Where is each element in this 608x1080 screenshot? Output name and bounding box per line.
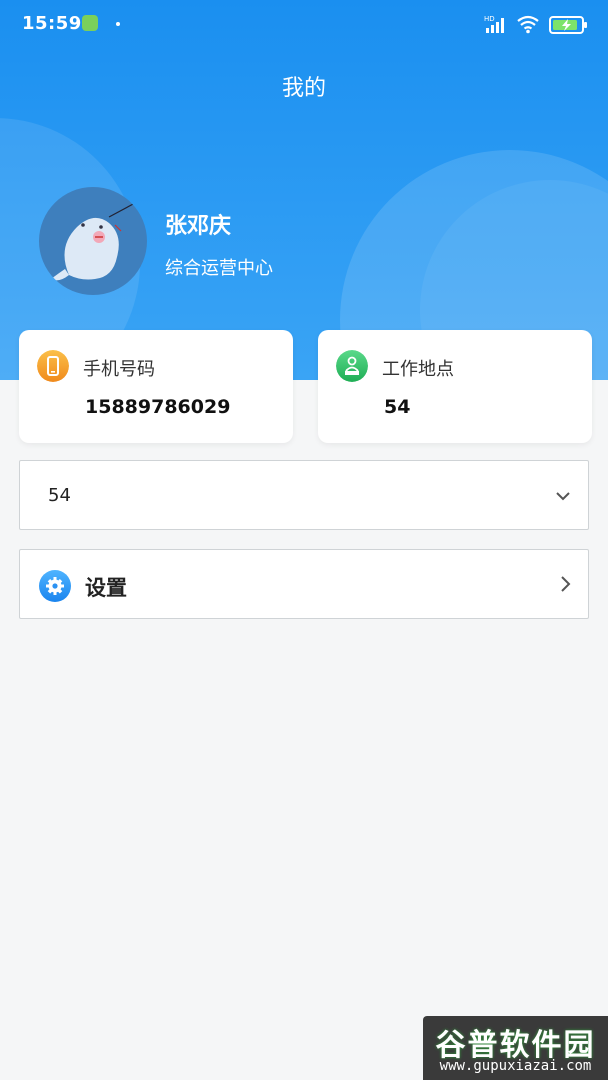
battery-icon: [549, 16, 587, 34]
location-label: 工作地点: [382, 359, 454, 380]
app-notification-icon: [82, 15, 98, 31]
chevron-right-icon: [561, 576, 571, 592]
phone-value: 15889786029: [85, 396, 231, 418]
phone-icon: [37, 350, 69, 382]
location-card: 工作地点 54: [318, 330, 592, 443]
location-value: 54: [384, 396, 411, 418]
page-title: 我的: [281, 76, 326, 101]
network-type-label: HD: [484, 15, 495, 23]
status-time: 15:59: [22, 13, 82, 34]
chevron-down-icon: [556, 492, 570, 501]
location-dropdown[interactable]: 54: [19, 460, 589, 530]
settings-label: 设置: [85, 576, 127, 600]
wifi-icon: [517, 15, 539, 34]
dropdown-value: 54: [48, 485, 71, 506]
avatar[interactable]: [39, 187, 147, 295]
user-name: 张邓庆: [165, 214, 232, 239]
status-bar: 15:59 HD: [0, 0, 608, 50]
signal-icon: HD: [484, 15, 504, 33]
phone-card: 手机号码 15889786029: [19, 330, 293, 443]
watermark-url: www.gupuxiazai.com: [439, 1058, 592, 1074]
phone-label: 手机号码: [83, 359, 155, 380]
settings-menu-item[interactable]: 设置: [19, 549, 589, 619]
notification-dot-icon: [116, 22, 120, 26]
location-person-icon: [336, 350, 368, 382]
user-department: 综合运营中心: [165, 258, 273, 279]
seal-avatar-icon: [51, 202, 136, 281]
gear-icon: [39, 570, 71, 602]
watermark: 谷普软件园 www.gupuxiazai.com: [423, 1016, 608, 1080]
